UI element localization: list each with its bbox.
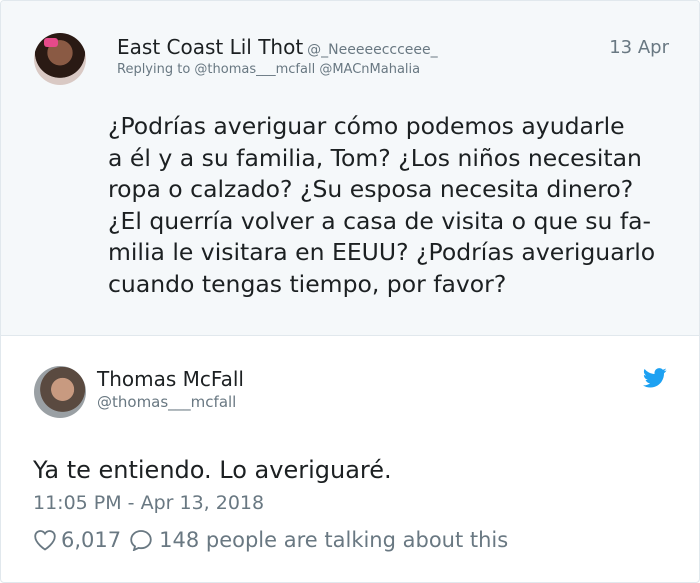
replying-to[interactable]: Replying to @thomas___mcfall @MACnMahali… [117, 62, 420, 77]
body-line: a él y a su familia, Tom? ¿Los niños nec… [108, 143, 642, 172]
avatar[interactable] [34, 33, 86, 85]
tweet-text: Ya te entiendo. Lo averiguaré. [33, 456, 392, 484]
tweet-actions: 6,017 148 people are talking about this [33, 528, 508, 552]
body-line: cuando tengas tiempo, por favor? [108, 269, 507, 298]
body-line: ropa o calzado? ¿Su esposa necesita dine… [108, 175, 634, 203]
like-count[interactable]: 6,017 [61, 528, 121, 552]
body-line: milia le visitara en EEUU? ¿Podrías aver… [108, 238, 656, 266]
avatar[interactable] [34, 366, 86, 418]
author-handle[interactable]: @_Neeeeeccceee_ [307, 42, 437, 58]
tweet-card: East Coast Lil Thot @_Neeeeeccceee_ 13 Ap… [0, 0, 700, 583]
quoted-tweet[interactable]: East Coast Lil Thot @_Neeeeeccceee_ 13 Ap… [1, 1, 699, 336]
speech-bubble-icon[interactable] [129, 529, 153, 551]
heart-icon[interactable] [33, 529, 57, 551]
tweet-date[interactable]: 13 Apr [609, 37, 669, 58]
body-line: ¿El querría volver a casa de visita o qu… [108, 206, 652, 235]
body-line: ¿Podrías averiguar cómo podemos ayudarle [108, 112, 625, 140]
talking-count[interactable]: 148 people are talking about this [159, 528, 508, 552]
avatar-bow [44, 38, 58, 47]
author-name[interactable]: Thomas McFall [97, 367, 244, 391]
twitter-bird-icon[interactable] [643, 368, 667, 388]
author-name[interactable]: East Coast Lil Thot [117, 35, 303, 59]
author-handle[interactable]: @thomas___mcfall [97, 393, 236, 411]
quoted-tweet-body: ¿Podrías averiguar cómo podemos ayudarle… [108, 111, 688, 300]
quoted-author[interactable]: East Coast Lil Thot @_Neeeeeccceee_ [117, 35, 438, 59]
tweet-timestamp[interactable]: 11:05 PM - Apr 13, 2018 [33, 492, 264, 514]
